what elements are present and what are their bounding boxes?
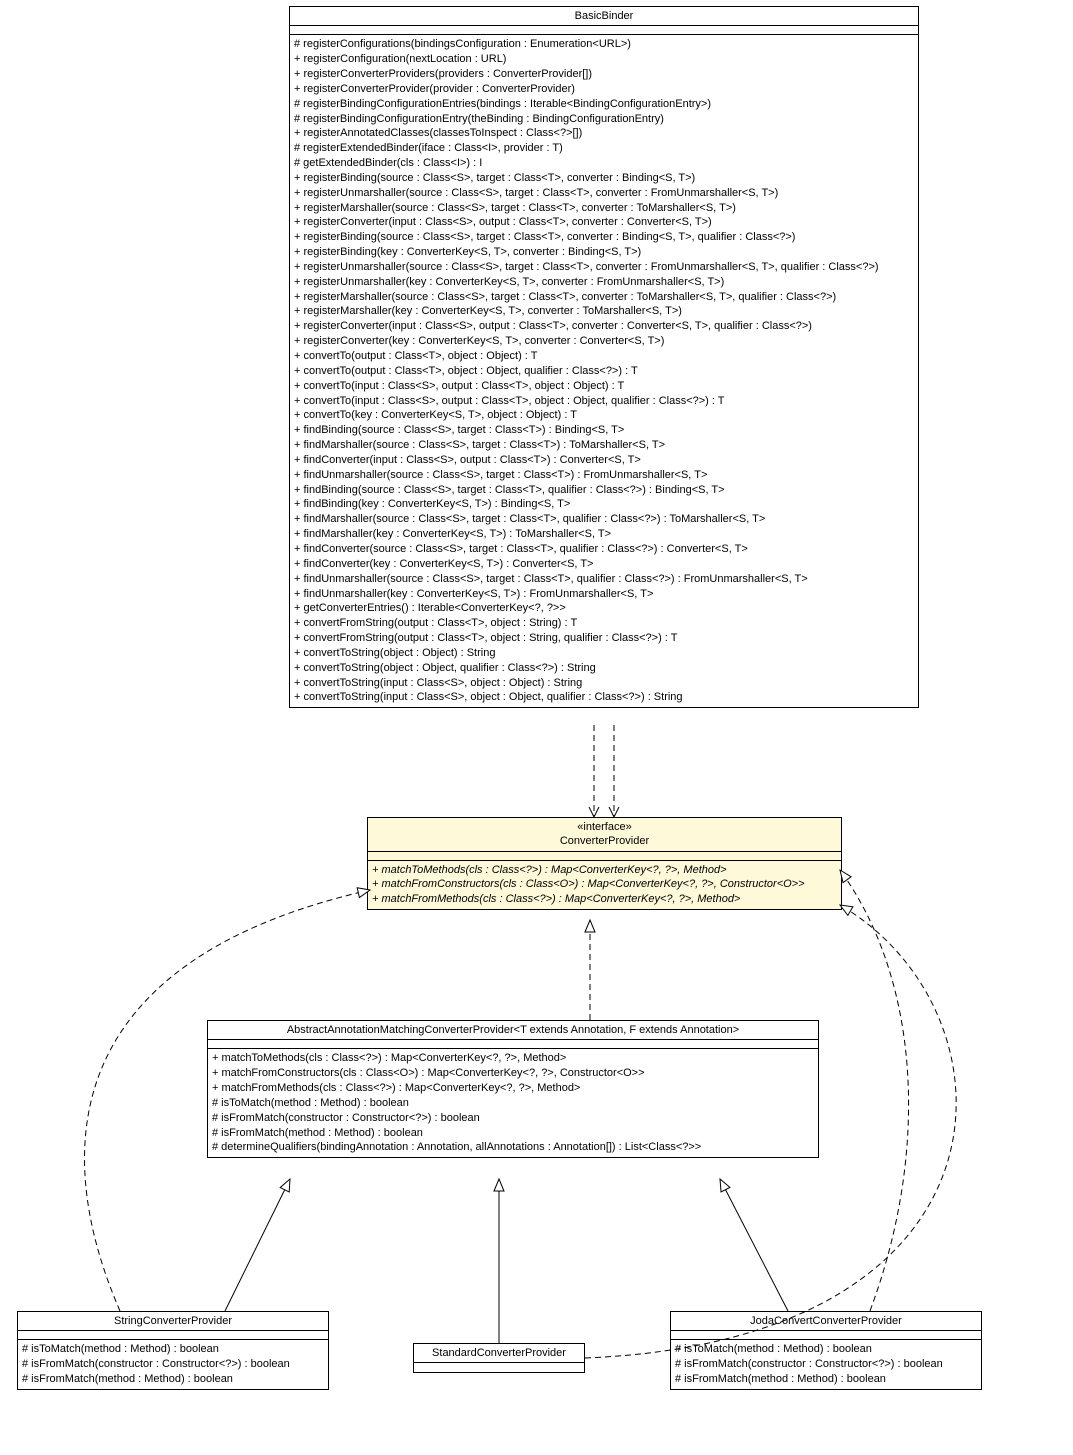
method-signature: + convertFromString(output : Class<T>, o… [294,631,914,646]
methods-compartment: # isToMatch(method : Method) : boolean# … [18,1340,328,1389]
method-signature: + convertTo(output : Class<T>, object : … [294,364,914,379]
class-title: JodaConvertConverterProvider [671,1312,981,1331]
method-signature: + findUnmarshaller(source : Class<S>, ta… [294,468,914,483]
class-title: BasicBinder [290,7,918,26]
method-signature: + matchToMethods(cls : Class<?>) : Map<C… [212,1051,814,1066]
method-signature: + registerMarshaller(source : Class<S>, … [294,201,914,216]
method-signature: # registerExtendedBinder(iface : Class<I… [294,141,914,156]
class-title: StandardConverterProvider [414,1344,584,1363]
method-signature: + convertTo(input : Class<S>, output : C… [294,394,914,409]
method-signature: + findBinding(key : ConverterKey<S, T>) … [294,497,914,512]
method-signature: # isToMatch(method : Method) : boolean [675,1342,977,1357]
method-signature: + matchFromMethods(cls : Class<?>) : Map… [212,1081,814,1096]
class-basic-binder: BasicBinder # registerConfigurations(bin… [289,6,919,708]
method-signature: # registerBindingConfigurationEntry(theB… [294,112,914,127]
methods-compartment: + matchToMethods(cls : Class<?>) : Map<C… [368,861,841,910]
method-signature: # getExtendedBinder(cls : Class<I>) : I [294,156,914,171]
method-signature: + findBinding(source : Class<S>, target … [294,423,914,438]
class-title: StringConverterProvider [18,1312,328,1331]
method-signature: + registerUnmarshaller(source : Class<S>… [294,186,914,201]
method-signature: # isFromMatch(method : Method) : boolean [212,1126,814,1141]
method-signature: + matchFromConstructors(cls : Class<O>) … [372,877,837,892]
methods-compartment: + matchToMethods(cls : Class<?>) : Map<C… [208,1049,818,1157]
method-signature: + findUnmarshaller(key : ConverterKey<S,… [294,587,914,602]
method-signature: # isFromMatch(constructor : Constructor<… [212,1111,814,1126]
method-signature: + convertTo(input : Class<S>, output : C… [294,379,914,394]
method-signature: + findConverter(key : ConverterKey<S, T>… [294,557,914,572]
method-signature: + registerUnmarshaller(source : Class<S>… [294,260,914,275]
method-signature: + findMarshaller(source : Class<S>, targ… [294,438,914,453]
method-signature: + matchFromMethods(cls : Class<?>) : Map… [372,892,837,907]
method-signature: + registerConverter(input : Class<S>, ou… [294,319,914,334]
method-signature: + registerConverter(input : Class<S>, ou… [294,215,914,230]
method-signature: + findMarshaller(source : Class<S>, targ… [294,512,914,527]
class-string-provider: StringConverterProvider # isToMatch(meth… [17,1311,329,1390]
attributes-compartment [208,1040,818,1049]
class-title: «interface» ConverterProvider [368,818,841,852]
method-signature: + findConverter(source : Class<S>, targe… [294,542,914,557]
method-signature: # isFromMatch(constructor : Constructor<… [675,1357,977,1372]
method-signature: + getConverterEntries() : Iterable<Conve… [294,601,914,616]
method-signature: # registerConfigurations(bindingsConfigu… [294,37,914,52]
attributes-compartment [671,1331,981,1340]
method-signature: + registerAnnotatedClasses(classesToInsp… [294,126,914,141]
method-signature: + findUnmarshaller(source : Class<S>, ta… [294,572,914,587]
method-signature: + convertToString(object : Object, quali… [294,661,914,676]
class-joda-provider: JodaConvertConverterProvider # isToMatch… [670,1311,982,1390]
class-abstract-provider: AbstractAnnotationMatchingConverterProvi… [207,1020,819,1158]
method-signature: + registerConverterProviders(providers :… [294,67,914,82]
method-signature: # isToMatch(method : Method) : boolean [22,1342,324,1357]
class-title: AbstractAnnotationMatchingConverterProvi… [208,1021,818,1040]
attributes-compartment [18,1331,328,1340]
method-signature: # isToMatch(method : Method) : boolean [212,1096,814,1111]
method-signature: # isFromMatch(constructor : Constructor<… [22,1357,324,1372]
method-signature: + convertTo(output : Class<T>, object : … [294,349,914,364]
interface-converter-provider: «interface» ConverterProvider + matchToM… [367,817,842,910]
method-signature: + registerMarshaller(key : ConverterKey<… [294,304,914,319]
method-signature: + registerBinding(source : Class<S>, tar… [294,230,914,245]
method-signature: + findMarshaller(key : ConverterKey<S, T… [294,527,914,542]
method-signature: + registerMarshaller(source : Class<S>, … [294,290,914,305]
class-standard-provider: StandardConverterProvider [413,1343,585,1373]
attributes-compartment [290,26,918,35]
method-signature: + registerUnmarshaller(key : ConverterKe… [294,275,914,290]
method-signature: + registerBinding(source : Class<S>, tar… [294,171,914,186]
method-signature: # isFromMatch(method : Method) : boolean [675,1372,977,1387]
method-signature: # registerBindingConfigurationEntries(bi… [294,97,914,112]
class-name: ConverterProvider [372,834,837,848]
method-signature: + registerConfiguration(nextLocation : U… [294,52,914,67]
methods-compartment: # registerConfigurations(bindingsConfigu… [290,35,918,707]
stereotype: «interface» [372,820,837,834]
attributes-compartment [368,852,841,861]
attributes-compartment [414,1363,584,1371]
method-signature: + matchToMethods(cls : Class<?>) : Map<C… [372,863,837,878]
method-signature: + convertToString(input : Class<S>, obje… [294,690,914,705]
method-signature: + convertToString(input : Class<S>, obje… [294,676,914,691]
method-signature: + convertTo(key : ConverterKey<S, T>, ob… [294,408,914,423]
method-signature: + registerConverter(key : ConverterKey<S… [294,334,914,349]
method-signature: # isFromMatch(method : Method) : boolean [22,1372,324,1387]
method-signature: + registerBinding(key : ConverterKey<S, … [294,245,914,260]
method-signature: + findBinding(source : Class<S>, target … [294,483,914,498]
methods-compartment: # isToMatch(method : Method) : boolean# … [671,1340,981,1389]
method-signature: + findConverter(input : Class<S>, output… [294,453,914,468]
method-signature: + matchFromConstructors(cls : Class<O>) … [212,1066,814,1081]
method-signature: # determineQualifiers(bindingAnnotation … [212,1140,814,1155]
method-signature: + registerConverterProvider(provider : C… [294,82,914,97]
method-signature: + convertToString(object : Object) : Str… [294,646,914,661]
method-signature: + convertFromString(output : Class<T>, o… [294,616,914,631]
